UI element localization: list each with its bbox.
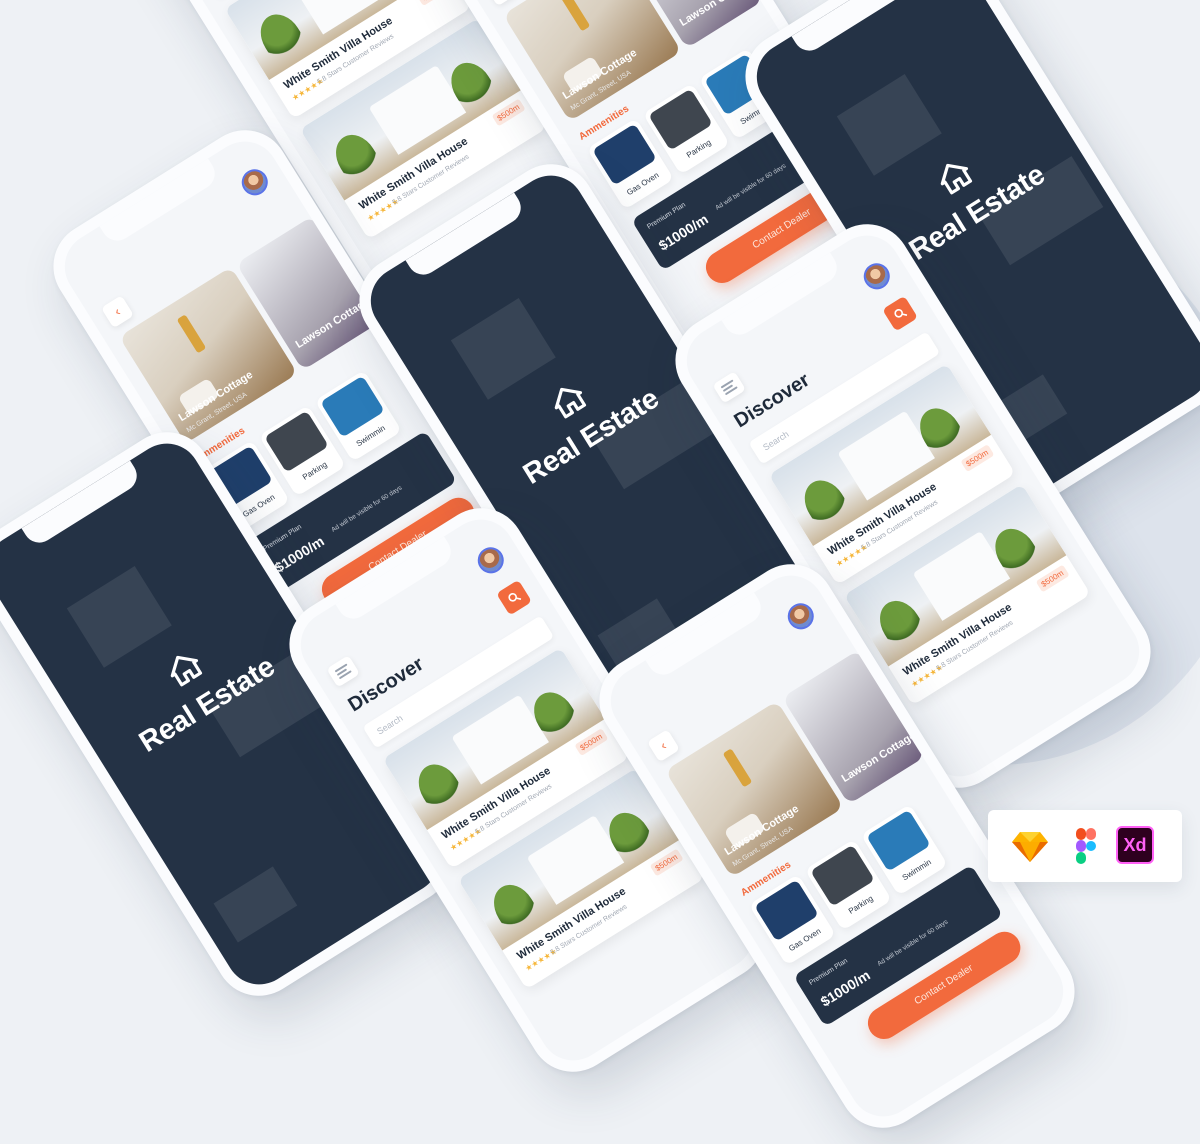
user-avatar[interactable] xyxy=(858,258,895,295)
search-icon xyxy=(508,592,522,602)
back-button[interactable]: ‹ xyxy=(484,0,519,7)
search-icon xyxy=(894,308,908,318)
mockup-stage: Discover Search White Smith Villa House … xyxy=(0,0,1200,1144)
user-avatar[interactable] xyxy=(236,164,273,201)
chevron-left-icon: ‹ xyxy=(657,737,670,753)
plan-note: Ad will be visible for 60 days xyxy=(714,162,788,212)
search-button[interactable] xyxy=(496,579,532,616)
plan-note: Ad will be visible for 60 days xyxy=(876,918,950,968)
home-icon xyxy=(170,655,203,687)
room-name: Lawson Cottage xyxy=(677,0,757,29)
plan-note: Ad will be visible for 60 days xyxy=(330,484,404,534)
home-icon xyxy=(940,163,973,195)
menu-button[interactable] xyxy=(712,371,747,404)
phone-notch xyxy=(21,460,143,549)
figma-icon xyxy=(1076,828,1096,864)
sketch-icon xyxy=(1012,832,1048,862)
phone-notch xyxy=(791,0,913,57)
room-name: Lawson Cottage xyxy=(839,729,919,785)
back-button[interactable]: ‹ xyxy=(100,295,135,329)
search-button[interactable] xyxy=(882,295,918,332)
chevron-left-icon: ‹ xyxy=(111,303,124,319)
listing-price: $500m xyxy=(415,0,451,7)
room-card[interactable]: Lawson Cottage Mc Grant, Street, USA xyxy=(502,0,682,122)
back-button[interactable]: ‹ xyxy=(646,729,681,763)
home-icon xyxy=(554,387,587,419)
user-avatar[interactable] xyxy=(472,542,509,579)
user-avatar[interactable] xyxy=(782,598,819,635)
menu-button[interactable] xyxy=(326,655,361,688)
phone-notch xyxy=(99,158,221,247)
design-tools-badge: Xd xyxy=(988,810,1182,882)
xd-icon: Xd xyxy=(1116,826,1154,864)
